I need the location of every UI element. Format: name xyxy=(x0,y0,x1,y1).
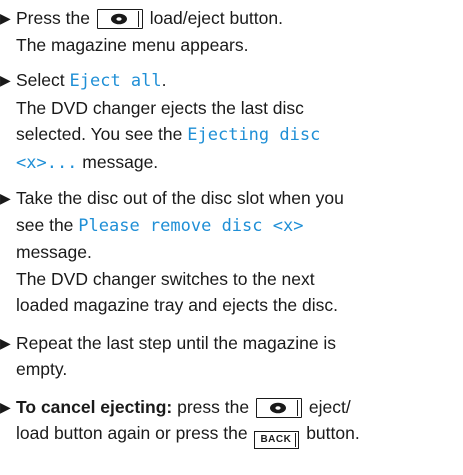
display-message-please-remove: Please remove disc <x> xyxy=(78,215,304,236)
step-result: loaded magazine tray and ejects the disc… xyxy=(16,295,338,315)
step-repeat: ▶ Repeat the last step until the magazin… xyxy=(0,330,463,383)
step-line: <x>... message. xyxy=(16,149,463,177)
bullet-arrow-icon: ▶ xyxy=(0,10,11,26)
bullet-arrow-icon: ▶ xyxy=(0,72,11,88)
step-take-disc: ▶ Take the disc out of the disc slot whe… xyxy=(0,185,463,319)
step-text: selected. You see the xyxy=(16,124,183,144)
step-line: Select Eject all. xyxy=(16,67,463,95)
step-text: Press the xyxy=(16,8,90,28)
bullet-arrow-icon: ▶ xyxy=(0,398,11,415)
step-text: empty. xyxy=(16,359,68,379)
step-result: The magazine menu appears. xyxy=(16,34,249,55)
step-cancel-ejecting: ▶ To cancel ejecting: press the eject/ l… xyxy=(0,394,463,449)
bullet-arrow-icon: ▶ xyxy=(0,190,11,206)
step-select-eject-all: ▶ Select Eject all. The DVD changer ejec… xyxy=(0,67,463,176)
step-result: The DVD changer ejects the last disc xyxy=(16,97,304,118)
step-result: The DVD changer switches to the next xyxy=(16,268,315,289)
step-text: . xyxy=(161,70,167,90)
step-text: see the xyxy=(16,214,74,235)
step-text: load button again or press the xyxy=(16,423,248,443)
step-text: message. xyxy=(16,242,92,262)
step-line: Press the load/eject button. xyxy=(16,5,463,32)
step-text: button. xyxy=(306,423,360,443)
step-press-eject: ▶ Press the load/eject button. The magaz… xyxy=(0,5,463,58)
step-text: load/eject button. xyxy=(149,8,283,28)
instruction-document: ▶ Press the load/eject button. The magaz… xyxy=(0,0,463,475)
step-text: eject/ xyxy=(308,396,351,417)
display-message-ejecting: Ejecting disc xyxy=(187,125,321,145)
step-line: see the Please remove disc <x> xyxy=(16,212,463,240)
step-text: press the xyxy=(177,396,250,417)
step-text: Select xyxy=(16,70,65,90)
disc-eject-button-icon xyxy=(255,397,302,418)
back-button-icon: BACK xyxy=(254,431,300,449)
step-text: message. xyxy=(82,151,159,172)
step-text: Repeat the last step until the magazine … xyxy=(16,332,337,353)
bullet-arrow-icon: ▶ xyxy=(0,334,11,351)
display-message-ejecting-cont: <x>... xyxy=(16,152,78,173)
menu-option-eject-all: Eject all xyxy=(69,71,162,91)
step-line: selected. You see the Ejecting disc xyxy=(16,121,463,149)
step-heading: To cancel ejecting: xyxy=(16,396,173,417)
disc-eject-button-icon xyxy=(96,9,143,29)
step-line: To cancel ejecting: press the eject/ xyxy=(16,394,463,421)
step-line: load button again or press the BACK butt… xyxy=(16,420,463,449)
step-text: Take the disc out of the disc slot when … xyxy=(16,188,344,208)
